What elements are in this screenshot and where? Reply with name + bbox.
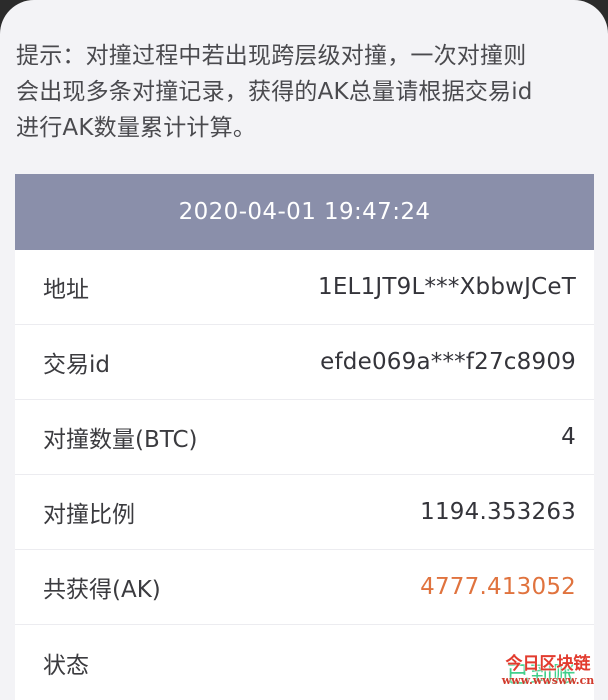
row-collision-ratio: 对撞比例 1194.353263: [15, 475, 594, 550]
watermark-logo: 今日区块链 www.wwsww.cn: [496, 654, 600, 694]
notice-line-3: 进行AK数量累计计算。: [16, 115, 257, 141]
row-collision-amount: 对撞数量(BTC) 4: [15, 400, 594, 475]
record-timestamp: 2020-04-01 19:47:24: [178, 199, 431, 225]
notice-line-2: 会出现多条对撞记录，获得的AK总量请根据交易id: [16, 79, 533, 105]
notice-line-1: 提示：对撞过程中若出现跨层级对撞，一次对撞则: [16, 43, 527, 69]
record-header: 2020-04-01 19:47:24: [15, 174, 594, 250]
transaction-id-value: efde069a***f27c8909: [320, 349, 576, 375]
row-total-received: 共获得(AK) 4777.413052: [15, 550, 594, 625]
collision-amount-label: 对撞数量(BTC): [43, 427, 198, 453]
row-transaction-id: 交易id efde069a***f27c8909: [15, 325, 594, 400]
collision-ratio-label: 对撞比例: [43, 502, 135, 528]
watermark-title: 今日区块链: [505, 654, 591, 674]
watermark-url: www.wwsww.cn: [501, 674, 595, 687]
status-label: 状态: [43, 652, 89, 679]
total-received-label: 共获得(AK): [43, 577, 161, 603]
record-card: 2020-04-01 19:47:24 地址 1EL1JT9L***XbbwJC…: [15, 174, 594, 700]
transaction-id-label: 交易id: [43, 352, 110, 378]
total-received-value: 4777.413052: [420, 574, 576, 600]
row-address: 地址 1EL1JT9L***XbbwJCeT: [15, 250, 594, 325]
address-value: 1EL1JT9L***XbbwJCeT: [317, 274, 576, 300]
address-label: 地址: [43, 277, 89, 303]
collision-amount-value: 4: [561, 424, 576, 450]
notice-text: 提示：对撞过程中若出现跨层级对撞，一次对撞则 会出现多条对撞记录，获得的AK总量…: [16, 38, 596, 146]
record-panel: 提示：对撞过程中若出现跨层级对撞，一次对撞则 会出现多条对撞记录，获得的AK总量…: [0, 0, 608, 700]
collision-ratio-value: 1194.353263: [420, 499, 576, 525]
